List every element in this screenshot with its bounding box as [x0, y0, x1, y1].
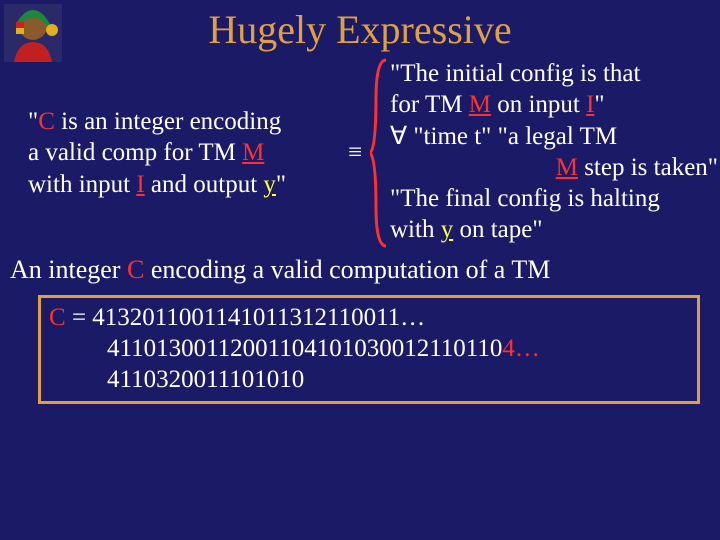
text: An integer: [10, 255, 127, 284]
text: = 4132011001141011312110011…: [66, 304, 425, 331]
portrait-icon: [4, 4, 62, 62]
text: ": [28, 108, 38, 135]
brace-group: "The initial config is that for TM M on …: [370, 58, 720, 248]
text: is an integer encoding: [55, 108, 281, 135]
slide-title: Hugely Expressive: [0, 0, 720, 53]
text: for TM: [390, 91, 469, 118]
equiv-symbol: ≡: [340, 137, 370, 168]
left-statement: "C is an integer encoding a valid comp f…: [0, 106, 340, 200]
text: step is taken": [578, 154, 718, 181]
text: on tape": [453, 216, 542, 243]
left-brace-icon: [370, 58, 390, 248]
sentence: An integer C encoding a valid computatio…: [0, 248, 720, 293]
text: "The initial config is that: [390, 58, 720, 89]
slide-content: "C is an integer encoding a valid comp f…: [0, 58, 720, 404]
var-C: C: [127, 255, 144, 284]
text: "The final config is halting: [390, 183, 720, 214]
text: ": [594, 91, 604, 118]
text: with: [390, 216, 441, 243]
text: ": [276, 171, 286, 198]
var-M: M: [242, 139, 264, 166]
var-C: C: [38, 108, 55, 135]
encoding-box: C = 4132011001141011312110011… 411013001…: [38, 295, 700, 405]
var-M: M: [556, 154, 578, 181]
text: 4110320011101010: [49, 364, 689, 395]
var-M: M: [469, 91, 491, 118]
text: and output: [145, 171, 264, 198]
equivalence-row: "C is an integer encoding a valid comp f…: [0, 58, 720, 248]
var-y: y: [441, 216, 454, 243]
text: ∀ "time t" "a legal TM: [390, 121, 720, 152]
var-y: y: [263, 171, 276, 198]
text: encoding a valid computation of a TM: [144, 255, 550, 284]
right-statement: "The initial config is that for TM M on …: [390, 58, 720, 248]
var-I: I: [136, 171, 144, 198]
var-C: C: [49, 304, 66, 331]
text: 41101300112001104101030012110110: [107, 335, 502, 362]
text: a valid comp for TM: [28, 139, 242, 166]
text: 4…: [502, 335, 540, 362]
text: on input: [491, 91, 586, 118]
text: with input: [28, 171, 136, 198]
